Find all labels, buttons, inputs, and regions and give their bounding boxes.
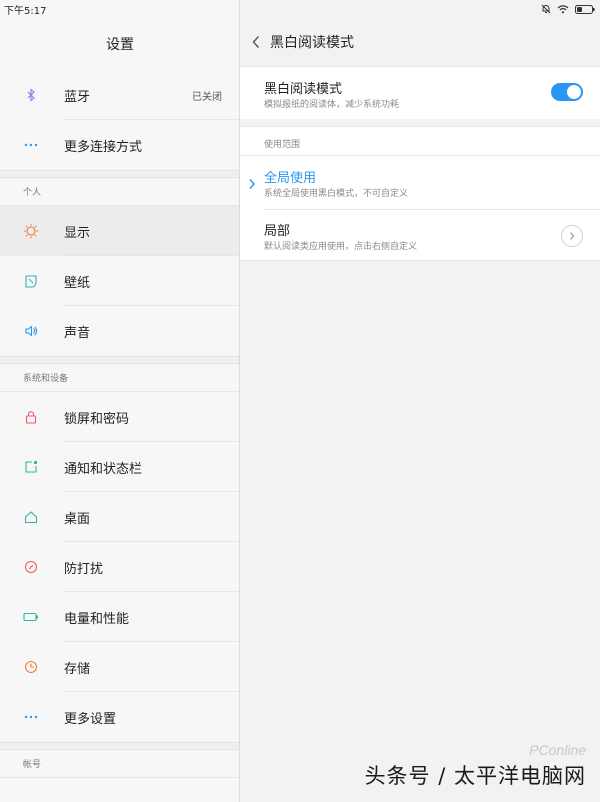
settings-item-label: 电量和性能 bbox=[64, 611, 130, 627]
option-title: 全局使用 bbox=[264, 171, 317, 186]
settings-item-label: 锁屏和密码 bbox=[64, 411, 130, 427]
bluetooth-icon bbox=[0, 88, 64, 102]
settings-item-value: 已关闭 bbox=[192, 91, 222, 103]
reading-mode-card: 黑白阅读模式 模拟报纸的阅读体，减少系统功耗 bbox=[240, 66, 600, 119]
watermark-logo: PConline bbox=[529, 742, 586, 758]
settings-item-label: 存储 bbox=[64, 661, 91, 677]
settings-item-label: 桌面 bbox=[64, 511, 91, 527]
settings-item-storage[interactable]: 存储 bbox=[0, 642, 240, 692]
more-dots-icon bbox=[0, 143, 64, 147]
speaker-icon bbox=[0, 324, 64, 338]
home-icon bbox=[0, 510, 64, 524]
divider bbox=[240, 155, 600, 156]
settings-item-wallpaper[interactable]: 壁纸 bbox=[0, 256, 240, 306]
settings-item-more-settings[interactable]: 更多设置 bbox=[0, 692, 240, 742]
chevron-left-icon bbox=[252, 36, 260, 48]
settings-item-label: 更多连接方式 bbox=[64, 139, 143, 155]
sidebar-title: 设置 bbox=[106, 37, 134, 53]
group-gap bbox=[0, 356, 240, 364]
wifi-icon bbox=[557, 5, 569, 14]
settings-item-do-not-disturb[interactable]: 防打扰 bbox=[0, 542, 240, 592]
brightness-icon bbox=[0, 223, 64, 239]
settings-item-label: 声音 bbox=[64, 325, 91, 341]
wallpaper-icon bbox=[0, 274, 64, 288]
scope-option-global[interactable]: 全局使用 系统全局使用黑白模式，不可自定义 bbox=[240, 157, 600, 207]
reading-mode-subtitle: 模拟报纸的阅读体，减少系统功耗 bbox=[264, 100, 400, 110]
settings-item-sound[interactable]: 声音 bbox=[0, 306, 240, 356]
settings-item-battery[interactable]: 电量和性能 bbox=[0, 592, 240, 642]
settings-item-label: 蓝牙 bbox=[64, 89, 91, 105]
status-icons bbox=[541, 4, 595, 14]
scope-option-partial[interactable]: 局部 默认阅读类应用使用，点击右侧自定义 bbox=[240, 210, 600, 260]
mute-icon bbox=[541, 4, 551, 14]
lock-icon bbox=[0, 410, 64, 424]
settings-item-label: 通知和状态栏 bbox=[64, 461, 143, 477]
settings-item-more-connections[interactable]: 更多连接方式 bbox=[0, 120, 240, 170]
customize-button[interactable] bbox=[561, 225, 583, 247]
storage-icon bbox=[0, 660, 64, 674]
settings-item-bluetooth[interactable]: 蓝牙 已关闭 bbox=[0, 70, 240, 120]
settings-item-label: 更多设置 bbox=[64, 711, 117, 727]
battery-perf-icon bbox=[0, 611, 64, 623]
group-gap bbox=[0, 742, 240, 750]
settings-list: 蓝牙 已关闭 更多连接方式 个人 显示 壁纸 声音 系统和设备 锁屏和密码 通知… bbox=[0, 70, 240, 778]
settings-item-label: 防打扰 bbox=[64, 561, 104, 577]
option-title: 局部 bbox=[264, 224, 291, 239]
reading-mode-toggle[interactable] bbox=[551, 83, 583, 101]
section-header-personal: 个人 bbox=[0, 178, 240, 206]
option-subtitle: 默认阅读类应用使用，点击右侧自定义 bbox=[264, 242, 418, 252]
section-header-account: 帐号 bbox=[0, 750, 240, 778]
group-gap bbox=[0, 170, 240, 178]
notification-icon bbox=[0, 460, 64, 474]
settings-item-notifications[interactable]: 通知和状态栏 bbox=[0, 442, 240, 492]
chevron-right-icon bbox=[570, 232, 575, 240]
detail-pane: 黑白阅读模式 黑白阅读模式 模拟报纸的阅读体，减少系统功耗 使用范围 全局使用 … bbox=[240, 0, 600, 802]
toggle-knob bbox=[567, 85, 581, 99]
scope-section-label: 使用范围 bbox=[264, 140, 301, 150]
detail-header: 黑白阅读模式 bbox=[240, 18, 600, 66]
settings-item-label: 显示 bbox=[64, 225, 91, 241]
battery-icon bbox=[575, 4, 595, 14]
option-subtitle: 系统全局使用黑白模式，不可自定义 bbox=[264, 189, 409, 199]
reading-mode-title: 黑白阅读模式 bbox=[264, 82, 343, 97]
page-title: 黑白阅读模式 bbox=[270, 35, 354, 51]
status-time: 下午5:17 bbox=[4, 5, 47, 17]
more-dots-icon bbox=[0, 715, 64, 719]
status-bar: 下午5:17 bbox=[0, 0, 600, 18]
settings-item-lock-screen[interactable]: 锁屏和密码 bbox=[0, 392, 240, 442]
watermark-text: 头条号 / 太平洋电脑网 bbox=[364, 764, 586, 788]
back-button[interactable] bbox=[242, 28, 270, 56]
settings-item-label: 壁纸 bbox=[64, 275, 91, 291]
dnd-icon bbox=[0, 560, 64, 574]
settings-sidebar: 设置 蓝牙 已关闭 更多连接方式 个人 显示 壁纸 声音 系统和设备 锁屏和密码… bbox=[0, 0, 240, 802]
settings-item-desktop[interactable]: 桌面 bbox=[0, 492, 240, 542]
settings-item-display[interactable]: 显示 bbox=[0, 206, 240, 256]
section-header-system: 系统和设备 bbox=[0, 364, 240, 392]
scope-card: 使用范围 全局使用 系统全局使用黑白模式，不可自定义 局部 默认阅读类应用使用，… bbox=[240, 126, 600, 261]
chevron-right-icon bbox=[248, 175, 256, 194]
